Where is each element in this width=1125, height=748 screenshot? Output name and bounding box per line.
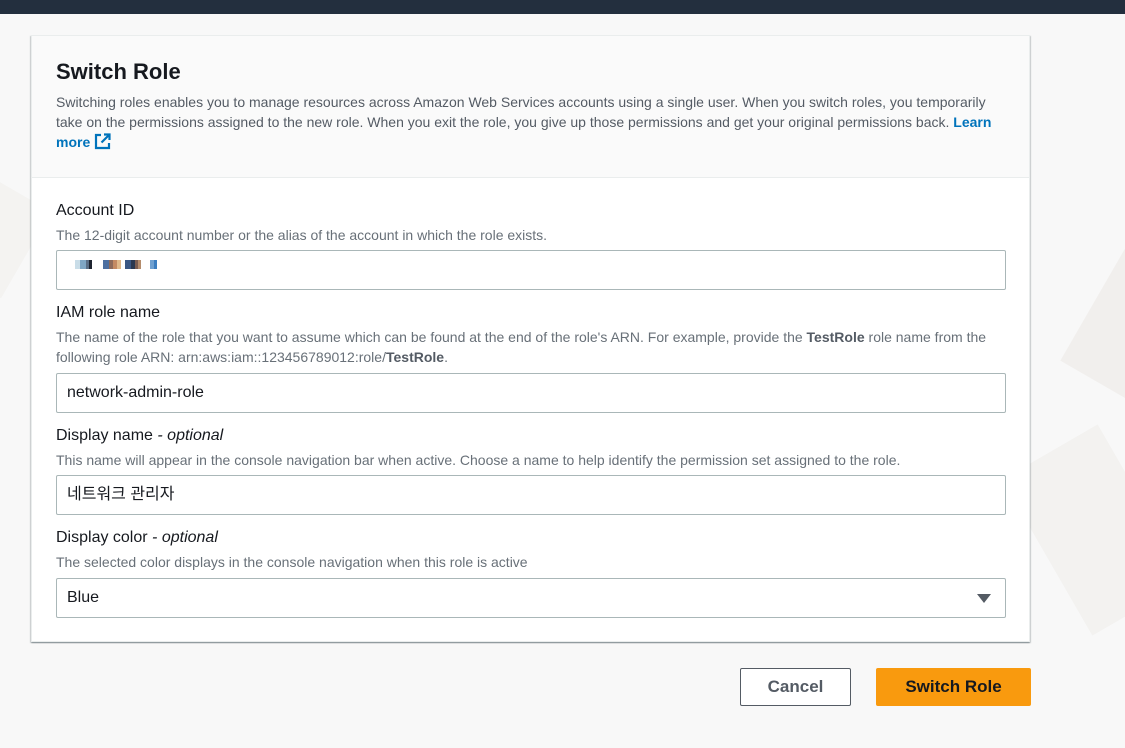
display-name-label-text: Display name — [56, 427, 153, 444]
page-title: Switch Role — [56, 59, 181, 84]
role-name-hint-example: TestRole — [806, 329, 865, 345]
display-color-label: Display color - optional — [56, 528, 1006, 548]
display-name-label: Display name - optional — [56, 426, 1006, 446]
account-id-label: Account ID — [56, 202, 135, 219]
account-id-input[interactable] — [56, 250, 1006, 290]
role-name-input[interactable]: network-admin-role — [56, 373, 1006, 413]
cancel-button[interactable]: Cancel — [740, 668, 851, 706]
optional-tag: - optional — [157, 427, 224, 444]
display-name-hint: This name will appear in the console nav… — [56, 452, 901, 468]
redacted-account-id — [75, 260, 157, 269]
panel-header: Switch Role Switching roles enables you … — [32, 36, 1029, 178]
background-decoration — [1060, 239, 1125, 401]
external-link-icon — [94, 133, 111, 155]
display-color-field: Display color - optional The selected co… — [56, 528, 1006, 572]
role-name-hint-text: The name of the role that you want to as… — [56, 329, 807, 345]
optional-tag: - optional — [152, 529, 218, 546]
console-top-bar — [0, 0, 1125, 14]
caret-down-icon — [977, 594, 991, 603]
panel-description: Switching roles enables you to manage re… — [56, 92, 1004, 155]
display-color-select[interactable]: Blue — [56, 578, 1006, 618]
role-name-hint-text: . — [444, 349, 448, 365]
account-id-hint: The 12-digit account number or the alias… — [56, 227, 548, 243]
role-name-field: IAM role name The name of the role that … — [56, 303, 1006, 367]
display-name-field: Display name - optional This name will a… — [56, 426, 1006, 470]
display-color-hint: The selected color displays in the conso… — [56, 554, 528, 570]
display-name-input[interactable]: 네트워크 관리자 — [56, 475, 1006, 515]
switch-role-panel: Switch Role Switching roles enables you … — [31, 35, 1030, 642]
account-id-field: Account ID The 12-digit account number o… — [56, 201, 1006, 245]
display-color-value: Blue — [67, 589, 100, 606]
role-name-hint-example: TestRole — [385, 349, 445, 365]
description-text: Switching roles enables you to manage re… — [56, 94, 986, 130]
display-color-label-text: Display color — [56, 529, 148, 546]
role-name-label: IAM role name — [56, 304, 161, 321]
switch-role-button[interactable]: Switch Role — [876, 668, 1031, 706]
role-name-hint: The name of the role that you want to as… — [56, 327, 1006, 367]
